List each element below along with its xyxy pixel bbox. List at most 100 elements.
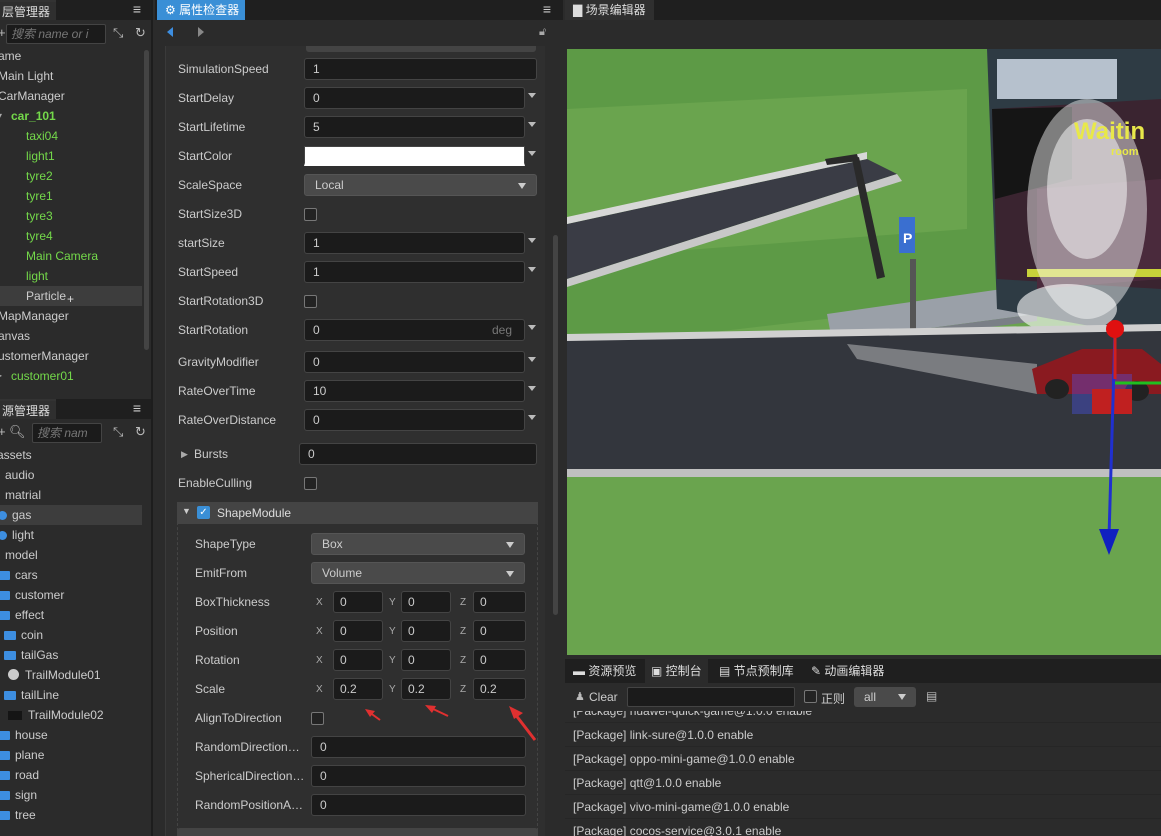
z-input[interactable]: 0 xyxy=(473,620,526,642)
expand-arrow-icon[interactable]: ▶ xyxy=(181,449,188,460)
x-input[interactable]: 0 xyxy=(333,620,383,642)
scene-tab[interactable]: ▇ 场景编辑器 xyxy=(565,0,654,20)
tree-node[interactable]: taxi04 xyxy=(0,126,142,146)
refresh-icon[interactable]: ↻ xyxy=(135,25,146,41)
tree-node[interactable]: customer01 ▸ xyxy=(0,366,142,386)
tab-console[interactable]: ▣ 控制台 xyxy=(645,659,708,683)
level-select[interactable]: all xyxy=(854,687,916,707)
expand-arrow-icon[interactable]: ▸ xyxy=(0,366,2,386)
y-input[interactable]: 0.2 xyxy=(401,678,451,700)
menu-icon[interactable]: ≡ xyxy=(133,1,141,17)
chevron-down-icon[interactable] xyxy=(528,415,536,420)
tab-asset-preview[interactable]: ▬ 资源预览 xyxy=(567,659,642,683)
prop-value-input[interactable]: 0 xyxy=(304,409,525,431)
prop-checkbox[interactable] xyxy=(304,295,317,308)
prop-value-input[interactable]: 10 xyxy=(304,380,525,402)
tree-node[interactable]: tyre2 xyxy=(0,166,142,186)
chevron-down-icon[interactable] xyxy=(528,267,536,272)
collapse-arrow-icon[interactable]: ▼ xyxy=(182,506,191,516)
scene-viewport[interactable]: Waitin room P xyxy=(567,49,1161,655)
emit-from-select[interactable]: Volume xyxy=(311,562,525,584)
tab-animation-editor[interactable]: ✎ 动画编辑器 xyxy=(805,659,890,683)
shape-module-header[interactable]: ▼ ✓ ShapeModule xyxy=(177,502,538,524)
refresh-icon[interactable]: ↻ xyxy=(135,424,146,440)
tree-node[interactable]: MapManager xyxy=(0,306,142,326)
tab-node-library[interactable]: ▤ 节点预制库 xyxy=(713,659,800,683)
asset-item[interactable]: TrailModule02 xyxy=(0,705,142,725)
tree-node[interactable]: Particle + xyxy=(0,286,142,306)
chevron-down-icon[interactable] xyxy=(528,325,536,330)
shape-module-checkbox[interactable]: ✓ xyxy=(197,506,210,519)
expand-arrow-icon[interactable]: ▾ xyxy=(0,106,2,126)
tree-node[interactable]: Main Light xyxy=(0,66,142,86)
scale-space-select[interactable]: Local xyxy=(304,174,537,196)
chevron-down-icon[interactable] xyxy=(528,386,536,391)
x-input[interactable]: 0 xyxy=(333,649,383,671)
z-input[interactable]: 0.2 xyxy=(473,678,526,700)
asset-search-input[interactable]: 搜索 nam xyxy=(32,423,102,443)
chevron-down-icon[interactable] xyxy=(528,122,536,127)
tree-node[interactable]: tyre1 xyxy=(0,186,142,206)
add-icon[interactable]: + xyxy=(0,25,6,40)
asset-item[interactable]: TrailModule01 xyxy=(0,665,142,685)
asset-item[interactable]: matrial xyxy=(0,485,142,505)
prop-value-input[interactable]: 0 xyxy=(304,87,525,109)
asset-item[interactable]: model xyxy=(0,545,142,565)
chevron-down-icon[interactable] xyxy=(528,357,536,362)
bursts-input[interactable]: 0 xyxy=(299,443,537,465)
prop-value-input[interactable]: 0 xyxy=(311,794,526,816)
asset-item[interactable]: plane xyxy=(0,745,142,765)
tree-node[interactable]: tyre4 xyxy=(0,226,142,246)
culling-checkbox[interactable] xyxy=(304,477,317,490)
asset-item[interactable]: coin xyxy=(0,625,142,645)
chevron-down-icon[interactable] xyxy=(528,238,536,243)
add-icon[interactable]: + xyxy=(0,424,6,439)
search-filter-icon[interactable]: 🔍︎ xyxy=(9,424,26,440)
tree-node[interactable]: ustomerManager xyxy=(0,346,142,366)
collapse-icon[interactable]: ⤡ xyxy=(113,424,123,440)
asset-title[interactable]: 源管理器 xyxy=(0,399,57,419)
asset-item[interactable]: light xyxy=(0,525,142,545)
asset-item[interactable]: tree xyxy=(0,805,142,825)
asset-item[interactable]: audio xyxy=(0,465,142,485)
clear-button[interactable]: Clear xyxy=(589,690,618,704)
prop-value-input[interactable]: 1 xyxy=(304,232,525,254)
asset-item[interactable]: tailGas xyxy=(0,645,142,665)
node-tree-title[interactable]: 层管理器 xyxy=(0,0,57,20)
asset-item[interactable]: assets xyxy=(0,445,142,465)
asset-item[interactable]: effect xyxy=(0,605,142,625)
tree-node[interactable]: anvas xyxy=(0,326,142,346)
tree-node[interactable]: Main Camera xyxy=(0,246,142,266)
asset-item[interactable]: road xyxy=(0,765,142,785)
asset-item[interactable]: customer xyxy=(0,585,142,605)
log-file-icon[interactable]: ▤ xyxy=(926,689,937,703)
node-tree-scrollbar[interactable] xyxy=(144,50,149,350)
prop-value-input[interactable]: 0 xyxy=(311,765,526,787)
color-swatch[interactable] xyxy=(304,146,525,166)
tree-node[interactable]: tyre3 xyxy=(0,206,142,226)
tree-node[interactable]: CarManager xyxy=(0,86,142,106)
tree-node[interactable]: car_101 ▾ xyxy=(0,106,142,126)
regex-checkbox[interactable] xyxy=(804,690,817,703)
chevron-down-icon[interactable] xyxy=(528,151,536,156)
asset-item[interactable]: house xyxy=(0,725,142,745)
asset-item[interactable]: tailLine xyxy=(0,685,142,705)
collapse-icon[interactable]: ⤡ xyxy=(113,25,123,41)
y-input[interactable]: 0 xyxy=(401,591,451,613)
asset-item[interactable]: sign xyxy=(0,785,142,805)
chevron-down-icon[interactable] xyxy=(528,93,536,98)
prop-value-input[interactable]: 5 xyxy=(304,116,525,138)
tree-node[interactable]: ame xyxy=(0,46,142,66)
prop-value-input[interactable]: 1 xyxy=(304,58,537,80)
node-search-input[interactable]: 搜索 name or i xyxy=(6,24,106,44)
z-input[interactable]: 0 xyxy=(473,649,526,671)
tree-node[interactable]: light xyxy=(0,266,142,286)
x-input[interactable]: 0.2 xyxy=(333,678,383,700)
x-input[interactable]: 0 xyxy=(333,591,383,613)
z-input[interactable]: 0 xyxy=(473,591,526,613)
y-input[interactable]: 0 xyxy=(401,649,451,671)
console-filter-input[interactable] xyxy=(627,687,795,707)
tree-node[interactable]: light1 xyxy=(0,146,142,166)
prop-value-input[interactable]: 0 deg xyxy=(304,319,525,341)
y-input[interactable]: 0 xyxy=(401,620,451,642)
